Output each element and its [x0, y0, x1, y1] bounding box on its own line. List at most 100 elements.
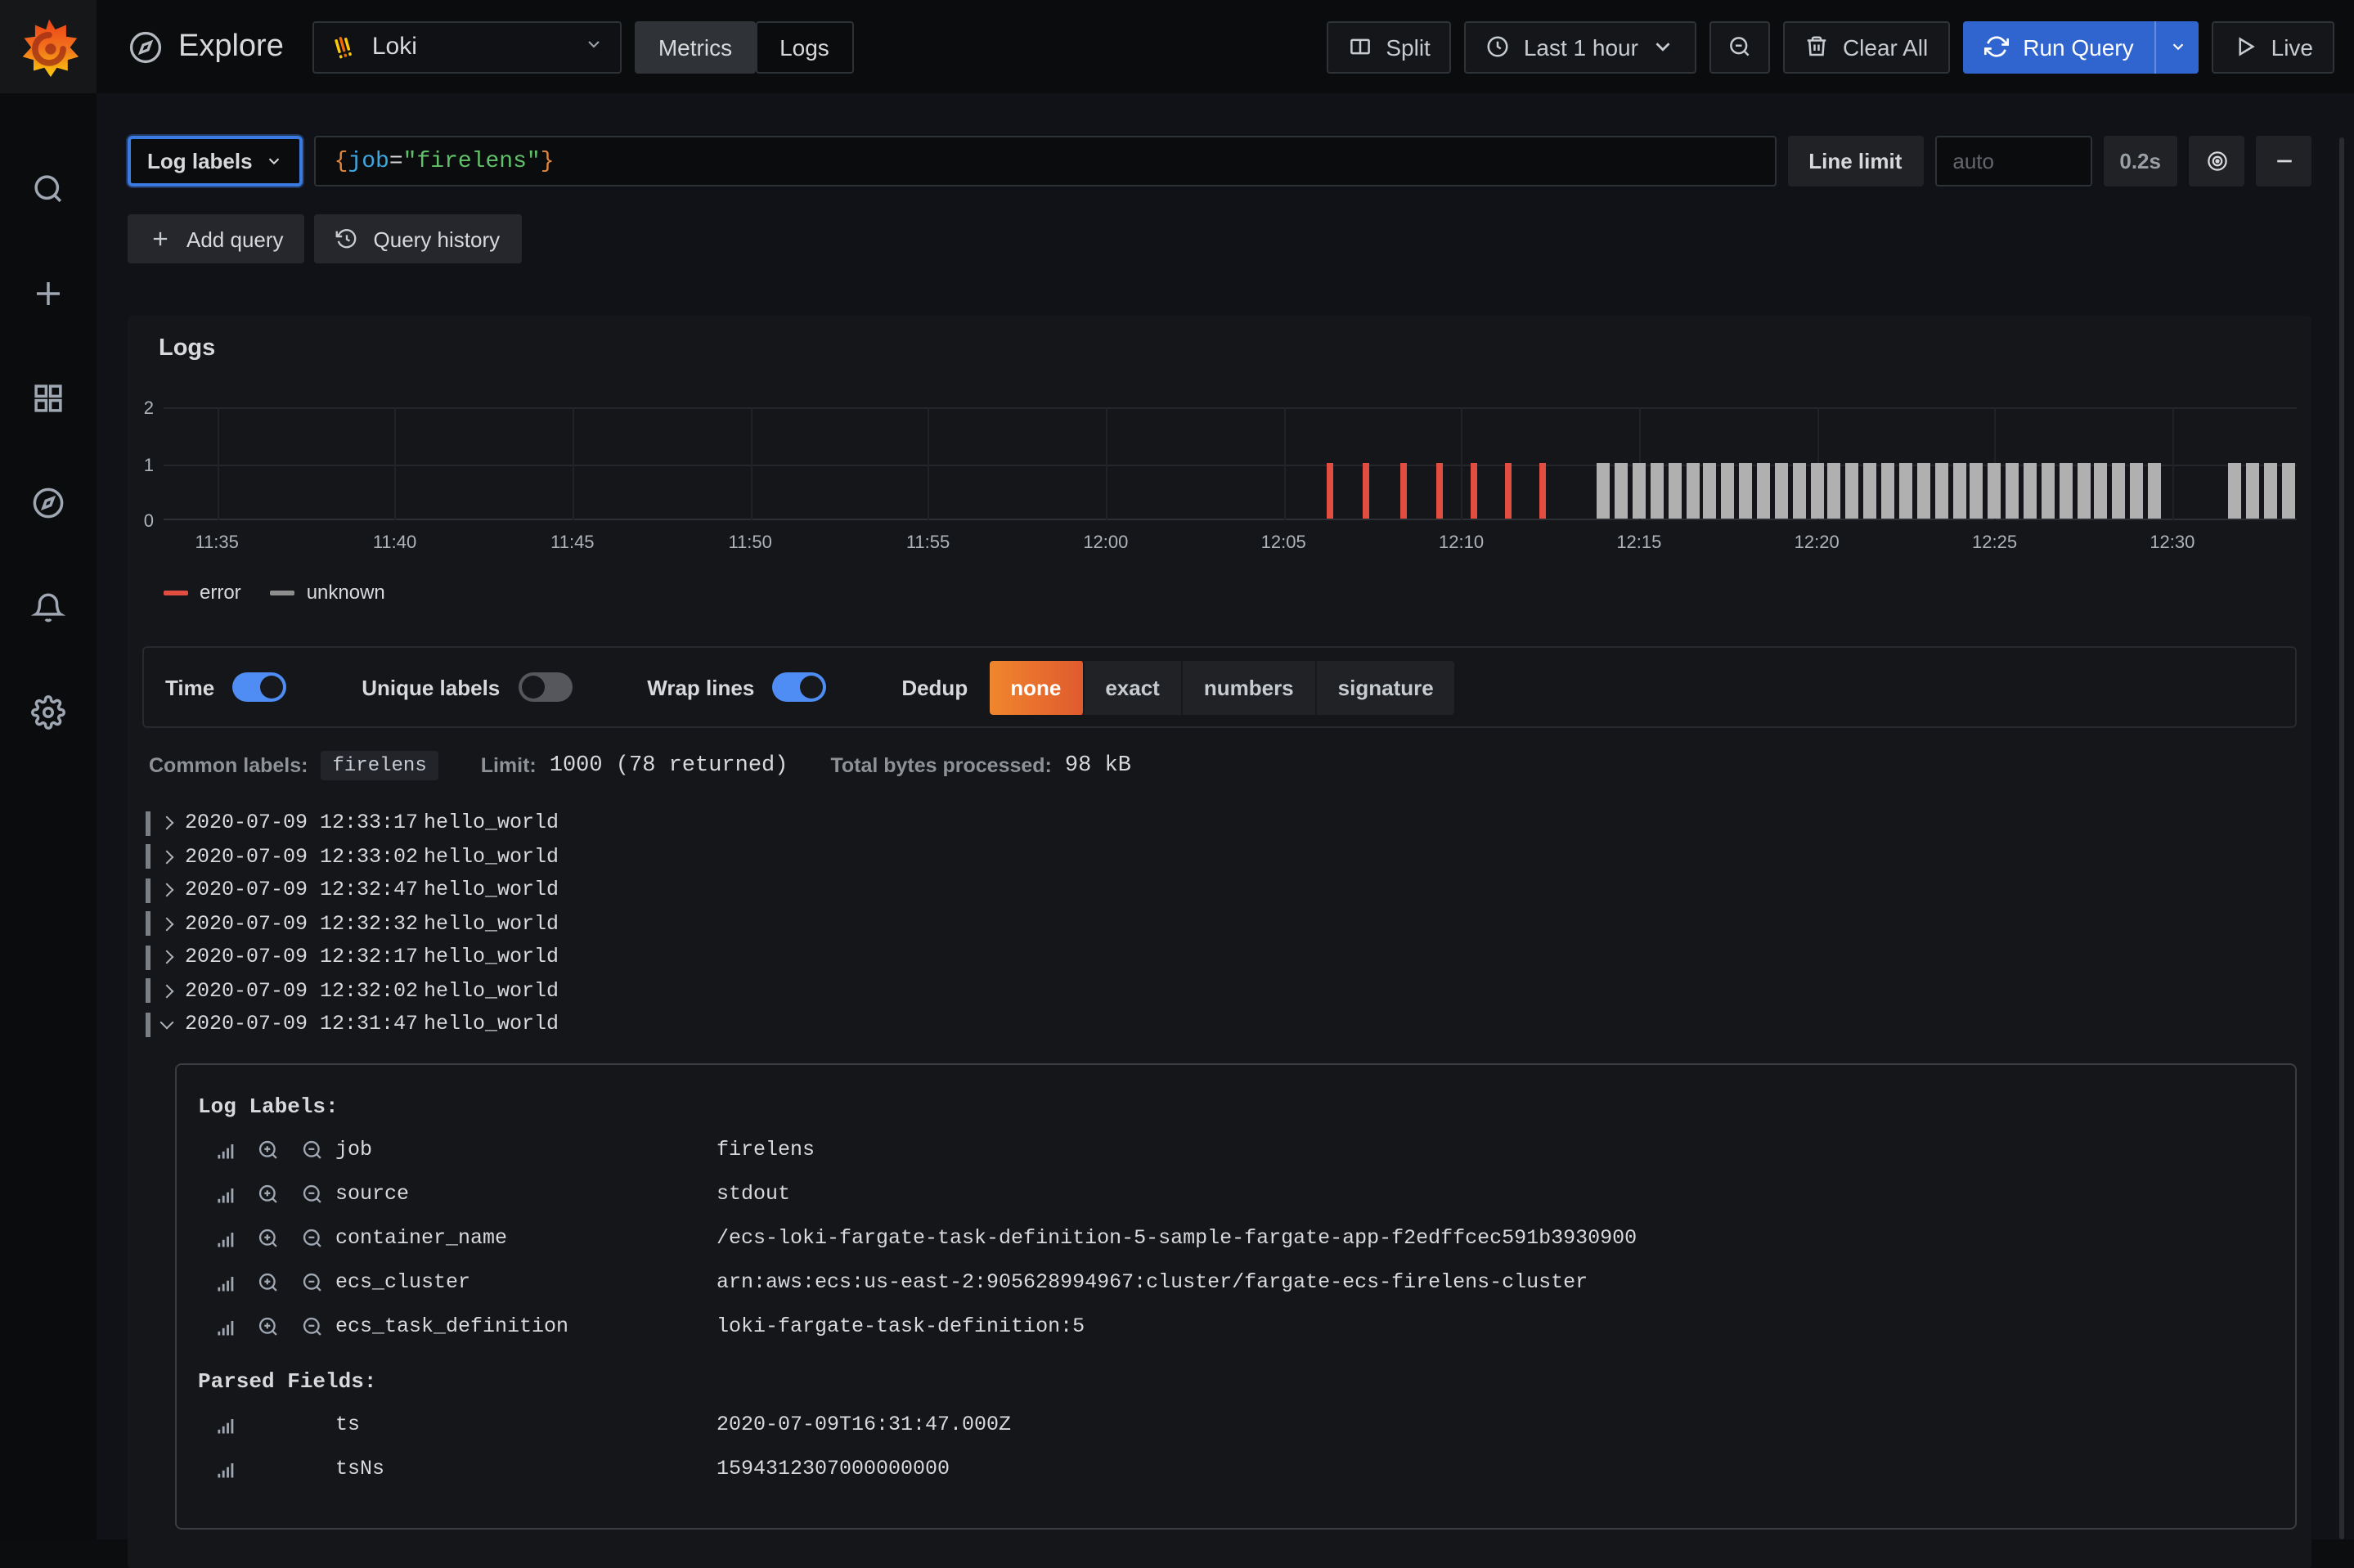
- dashboards-grid-icon[interactable]: [16, 365, 81, 430]
- stats-icon[interactable]: [214, 1271, 237, 1294]
- settings-gear-icon[interactable]: [16, 679, 81, 744]
- expand-chevron-icon[interactable]: [159, 852, 175, 862]
- bar-unknown[interactable]: [2042, 462, 2055, 519]
- bar-unknown[interactable]: [2077, 462, 2090, 519]
- stats-icon[interactable]: [214, 1139, 237, 1161]
- bar-unknown[interactable]: [1934, 462, 1947, 519]
- bar-error[interactable]: [1436, 462, 1443, 519]
- legend-item-unknown[interactable]: unknown: [271, 581, 385, 604]
- bar-unknown[interactable]: [1739, 462, 1752, 519]
- zoom-out-button[interactable]: [1710, 20, 1771, 73]
- bar-unknown[interactable]: [1846, 462, 1859, 519]
- log-labels-button[interactable]: Log labels: [128, 136, 303, 186]
- bar-error[interactable]: [1471, 462, 1477, 519]
- run-query-dropdown[interactable]: [2155, 20, 2199, 73]
- log-row[interactable]: 2020-07-09 12:32:47hello_world: [146, 874, 2297, 907]
- bar-unknown[interactable]: [2095, 462, 2108, 519]
- bar-unknown[interactable]: [1810, 462, 1823, 519]
- bar-error[interactable]: [1540, 462, 1547, 519]
- dedup-option-numbers[interactable]: numbers: [1183, 660, 1317, 714]
- query-history-button[interactable]: Query history: [315, 214, 522, 263]
- log-row[interactable]: 2020-07-09 12:33:17hello_world: [146, 806, 2297, 840]
- remove-query-button[interactable]: [2256, 136, 2311, 186]
- bar-unknown[interactable]: [2130, 462, 2143, 519]
- bar-unknown[interactable]: [1633, 462, 1646, 519]
- log-row[interactable]: 2020-07-09 12:31:47hello_world: [146, 1008, 2297, 1041]
- bar-unknown[interactable]: [1792, 462, 1805, 519]
- chart-plot[interactable]: 11:3511:4011:4511:5011:5512:0012:0512:10…: [164, 407, 2297, 520]
- bar-unknown[interactable]: [1704, 462, 1717, 519]
- bar-unknown[interactable]: [1686, 462, 1699, 519]
- bar-unknown[interactable]: [1722, 462, 1735, 519]
- explore-compass-icon[interactable]: [16, 470, 81, 535]
- alerting-bell-icon[interactable]: [16, 574, 81, 640]
- filter-for-value-icon[interactable]: [257, 1139, 280, 1161]
- filter-out-value-icon[interactable]: [301, 1183, 324, 1206]
- tab-metrics[interactable]: Metrics: [636, 20, 755, 73]
- filter-for-value-icon[interactable]: [257, 1227, 280, 1250]
- filter-for-value-icon[interactable]: [257, 1315, 280, 1338]
- expand-chevron-icon[interactable]: [159, 986, 175, 996]
- bar-error[interactable]: [1327, 462, 1333, 519]
- bar-unknown[interactable]: [1917, 462, 1930, 519]
- bar-unknown[interactable]: [2228, 462, 2241, 519]
- bar-unknown[interactable]: [1651, 462, 1664, 519]
- toggle-unique-labels[interactable]: [518, 672, 572, 702]
- bar-unknown[interactable]: [1881, 462, 1894, 519]
- bar-unknown[interactable]: [1668, 462, 1681, 519]
- bar-unknown[interactable]: [2024, 462, 2037, 519]
- line-limit-input[interactable]: [1934, 136, 2091, 186]
- toggle-wrap-lines[interactable]: [772, 672, 826, 702]
- expand-chevron-icon[interactable]: [159, 953, 175, 963]
- dedup-option-none[interactable]: none: [989, 660, 1084, 714]
- log-row[interactable]: 2020-07-09 12:32:17hello_world: [146, 941, 2297, 974]
- run-query-button[interactable]: Run Query: [1962, 20, 2199, 73]
- bar-unknown[interactable]: [2246, 462, 2259, 519]
- stats-icon[interactable]: [214, 1227, 237, 1250]
- stats-icon[interactable]: [214, 1458, 237, 1480]
- legend-item-error[interactable]: error: [164, 581, 241, 604]
- bar-unknown[interactable]: [1828, 462, 1841, 519]
- bar-unknown[interactable]: [2006, 462, 2019, 519]
- bar-unknown[interactable]: [2113, 462, 2126, 519]
- bar-unknown[interactable]: [1615, 462, 1628, 519]
- scrollbar[interactable]: [2339, 137, 2344, 1539]
- expand-chevron-icon[interactable]: [159, 919, 175, 929]
- dedup-option-exact[interactable]: exact: [1084, 660, 1183, 714]
- bar-unknown[interactable]: [1597, 462, 1610, 519]
- filter-out-value-icon[interactable]: [301, 1139, 324, 1161]
- datasource-picker[interactable]: Loki: [313, 20, 622, 73]
- live-button[interactable]: Live: [2212, 20, 2334, 73]
- search-icon[interactable]: [16, 155, 81, 221]
- bar-unknown[interactable]: [1970, 462, 1983, 519]
- filter-for-value-icon[interactable]: [257, 1271, 280, 1294]
- query-expression-input[interactable]: {job="firelens"}: [315, 136, 1777, 186]
- stats-icon[interactable]: [214, 1315, 237, 1338]
- bar-unknown[interactable]: [2281, 462, 2294, 519]
- expand-chevron-icon[interactable]: [159, 819, 175, 829]
- bar-unknown[interactable]: [1952, 462, 1965, 519]
- bar-unknown[interactable]: [1988, 462, 2001, 519]
- expand-chevron-icon[interactable]: [159, 886, 175, 896]
- filter-out-value-icon[interactable]: [301, 1271, 324, 1294]
- dedup-option-signature[interactable]: signature: [1317, 660, 1455, 714]
- bar-unknown[interactable]: [1757, 462, 1770, 519]
- log-row[interactable]: 2020-07-09 12:32:32hello_world: [146, 907, 2297, 941]
- log-row[interactable]: 2020-07-09 12:33:02hello_world: [146, 840, 2297, 874]
- bar-unknown[interactable]: [1775, 462, 1788, 519]
- filter-out-value-icon[interactable]: [301, 1227, 324, 1250]
- bar-unknown[interactable]: [2263, 462, 2276, 519]
- clear-all-button[interactable]: Clear All: [1784, 20, 1949, 73]
- stats-icon[interactable]: [214, 1183, 237, 1206]
- split-button[interactable]: Split: [1327, 20, 1451, 73]
- bar-unknown[interactable]: [2148, 462, 2161, 519]
- bar-error[interactable]: [1362, 462, 1368, 519]
- expand-chevron-icon[interactable]: [159, 1022, 175, 1027]
- disable-query-eye-button[interactable]: [2189, 136, 2244, 186]
- time-range-picker[interactable]: Last 1 hour: [1465, 20, 1697, 73]
- bar-unknown[interactable]: [1899, 462, 1912, 519]
- create-plus-icon[interactable]: [16, 260, 81, 326]
- stats-icon[interactable]: [214, 1413, 237, 1436]
- add-query-button[interactable]: Add query: [128, 214, 305, 263]
- toggle-time[interactable]: [232, 672, 286, 702]
